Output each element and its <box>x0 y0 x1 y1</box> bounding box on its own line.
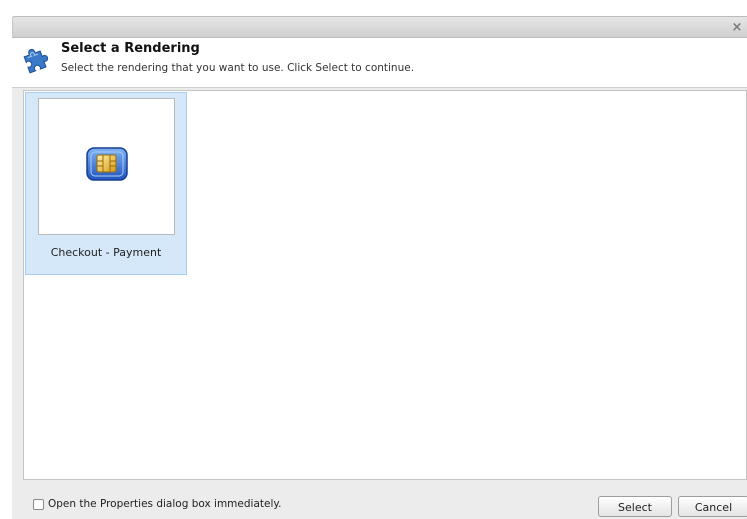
dialog-title: Select a Rendering <box>61 41 200 56</box>
puzzle-piece-icon <box>23 48 49 74</box>
dialog-header: Select a Rendering Select the rendering … <box>12 38 747 88</box>
renderings-list: Checkout - Payment <box>23 90 747 480</box>
select-button[interactable]: Select <box>598 496 672 517</box>
close-button[interactable]: × <box>729 20 745 35</box>
close-icon: × <box>731 20 743 35</box>
rendering-label: Checkout - Payment <box>50 246 162 259</box>
select-rendering-dialog: × Select a Rendering Select the renderin… <box>12 16 747 519</box>
rendering-preview <box>38 98 175 235</box>
dialog-titlebar[interactable]: × <box>12 16 747 38</box>
dialog-subtitle: Select the rendering that you want to us… <box>61 62 415 74</box>
sim-card-icon <box>86 147 128 181</box>
open-properties-label: Open the Properties dialog box immediate… <box>48 498 282 510</box>
open-properties-option[interactable]: Open the Properties dialog box immediate… <box>33 498 281 510</box>
rendering-tile-checkout-payment[interactable]: Checkout - Payment <box>25 92 187 275</box>
open-properties-checkbox[interactable] <box>33 498 44 510</box>
cancel-button[interactable]: Cancel <box>678 496 747 517</box>
